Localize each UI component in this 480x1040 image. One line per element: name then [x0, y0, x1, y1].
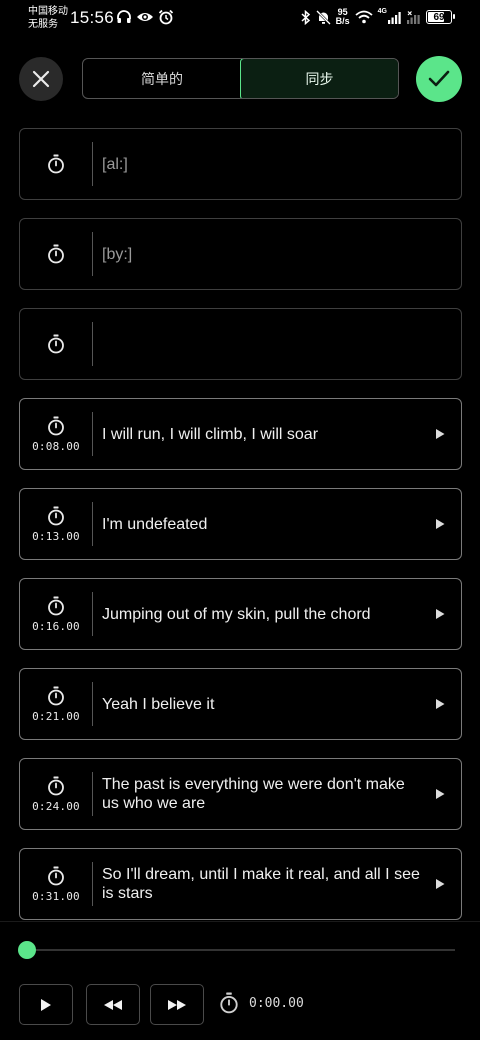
lyric-text[interactable]: So I'll dream, until I make it real, and… [93, 865, 461, 903]
eye-icon [137, 13, 153, 21]
bottom-divider [0, 921, 480, 922]
timestamp-label: 0:13.00 [32, 529, 80, 543]
lyric-text[interactable]: The past is everything we were don't mak… [93, 775, 461, 813]
network-type: 4G [377, 8, 387, 15]
timestamp-label: 0:31.00 [32, 889, 80, 903]
timestamp-label: 0:24.00 [32, 799, 80, 813]
fast-forward-icon [168, 999, 186, 1010]
timestamp-button[interactable]: 0:16.00 [20, 579, 92, 649]
lyric-text[interactable]: I'm undefeated [93, 515, 461, 534]
battery-level: 69 [433, 11, 445, 23]
position-timer: 0:00.00 [219, 992, 304, 1014]
battery-icon: 69 [426, 10, 455, 24]
stopwatch-icon [48, 776, 64, 795]
timestamp-button[interactable]: 0:31.00 [20, 849, 92, 919]
stopwatch-icon [48, 416, 64, 435]
status-time: 15:56 [70, 8, 115, 27]
playback-position: 0:00.00 [249, 995, 304, 1011]
seek-thumb[interactable] [18, 941, 36, 959]
timestamp-button[interactable]: 0:24.00 [20, 759, 92, 829]
stopwatch-icon [48, 154, 64, 174]
stopwatch-icon [220, 992, 238, 1014]
close-icon [32, 70, 50, 88]
check-icon [428, 70, 450, 87]
rewind-button[interactable] [86, 984, 140, 1025]
status-icons-right: 95 B/s 4G 69 [301, 7, 455, 26]
lyric-line[interactable]: [al:] [19, 128, 462, 200]
network-speed: 95 B/s [335, 7, 350, 26]
play-line-icon[interactable] [435, 609, 445, 620]
lyric-text[interactable]: [al:] [93, 155, 461, 174]
seek-track[interactable] [27, 949, 455, 951]
signal-icon [388, 11, 401, 24]
rewind-icon [104, 999, 122, 1010]
lyric-text[interactable]: Jumping out of my skin, pull the chord [93, 605, 461, 624]
timestamp-button[interactable]: 0:13.00 [20, 489, 92, 559]
play-line-icon[interactable] [435, 429, 445, 440]
lyric-text[interactable]: I will run, I will climb, I will soar [93, 425, 461, 444]
carrier-service: 无服务 [28, 19, 58, 30]
tab-synced-label: 同步 [305, 70, 334, 87]
lyric-line[interactable]: 0:16.00 Jumping out of my skin, pull the… [19, 578, 462, 650]
timestamp-button[interactable] [20, 219, 92, 289]
stopwatch-icon [48, 686, 64, 705]
wifi-icon [355, 10, 373, 24]
timestamp-label: 0:16.00 [32, 619, 80, 633]
tab-simple-label: 简单的 [141, 70, 183, 87]
stopwatch-icon [48, 244, 64, 264]
alarm-icon [158, 9, 174, 25]
close-button[interactable] [19, 57, 63, 101]
fast-forward-button[interactable] [150, 984, 204, 1025]
divider [92, 322, 93, 366]
timestamp-button[interactable] [20, 129, 92, 199]
lyric-list: [al:] [by:] 0:08.00 I will run, I will c… [19, 128, 462, 938]
play-line-icon[interactable] [435, 789, 445, 800]
play-line-icon[interactable] [435, 879, 445, 890]
status-bar: 中国移动 无服务 15:56 95 B/s 4G 69 [0, 0, 480, 36]
stopwatch-icon [48, 866, 64, 885]
no-signal-icon [407, 10, 420, 24]
stopwatch-icon [48, 334, 64, 354]
timestamp-label: 0:21.00 [32, 709, 80, 723]
lyric-line[interactable]: 0:24.00 The past is everything we were d… [19, 758, 462, 830]
bluetooth-icon [301, 9, 310, 25]
mode-toggle: 简单的 同步 [82, 58, 399, 99]
lyric-line[interactable]: 0:21.00 Yeah I believe it [19, 668, 462, 740]
confirm-button[interactable] [416, 56, 462, 102]
headphones-icon [117, 10, 131, 23]
carrier-info: 中国移动 无服务 [28, 5, 68, 31]
timestamp-button[interactable]: 0:21.00 [20, 669, 92, 739]
mute-icon [315, 9, 331, 25]
lyric-line[interactable]: 0:13.00 I'm undefeated [19, 488, 462, 560]
timestamp-button[interactable] [20, 309, 92, 379]
lyric-text[interactable]: [by:] [93, 245, 461, 264]
stopwatch-icon [48, 506, 64, 525]
tab-simple[interactable]: 简单的 [83, 59, 241, 98]
lyric-line[interactable]: 0:08.00 I will run, I will climb, I will… [19, 398, 462, 470]
play-line-icon[interactable] [435, 519, 445, 530]
timestamp-label: 0:08.00 [32, 439, 80, 453]
play-line-icon[interactable] [435, 699, 445, 710]
lyric-line[interactable] [19, 308, 462, 380]
status-icons-left [116, 9, 174, 25]
tab-synced[interactable]: 同步 [239, 59, 398, 98]
stopwatch-icon [48, 596, 64, 615]
play-button[interactable] [19, 984, 73, 1025]
lyric-text[interactable]: Yeah I believe it [93, 695, 461, 714]
carrier-name: 中国移动 [28, 6, 68, 17]
timestamp-button[interactable]: 0:08.00 [20, 399, 92, 469]
play-icon [41, 998, 51, 1011]
lyric-line[interactable]: 0:31.00 So I'll dream, until I make it r… [19, 848, 462, 920]
lyric-line[interactable]: [by:] [19, 218, 462, 290]
